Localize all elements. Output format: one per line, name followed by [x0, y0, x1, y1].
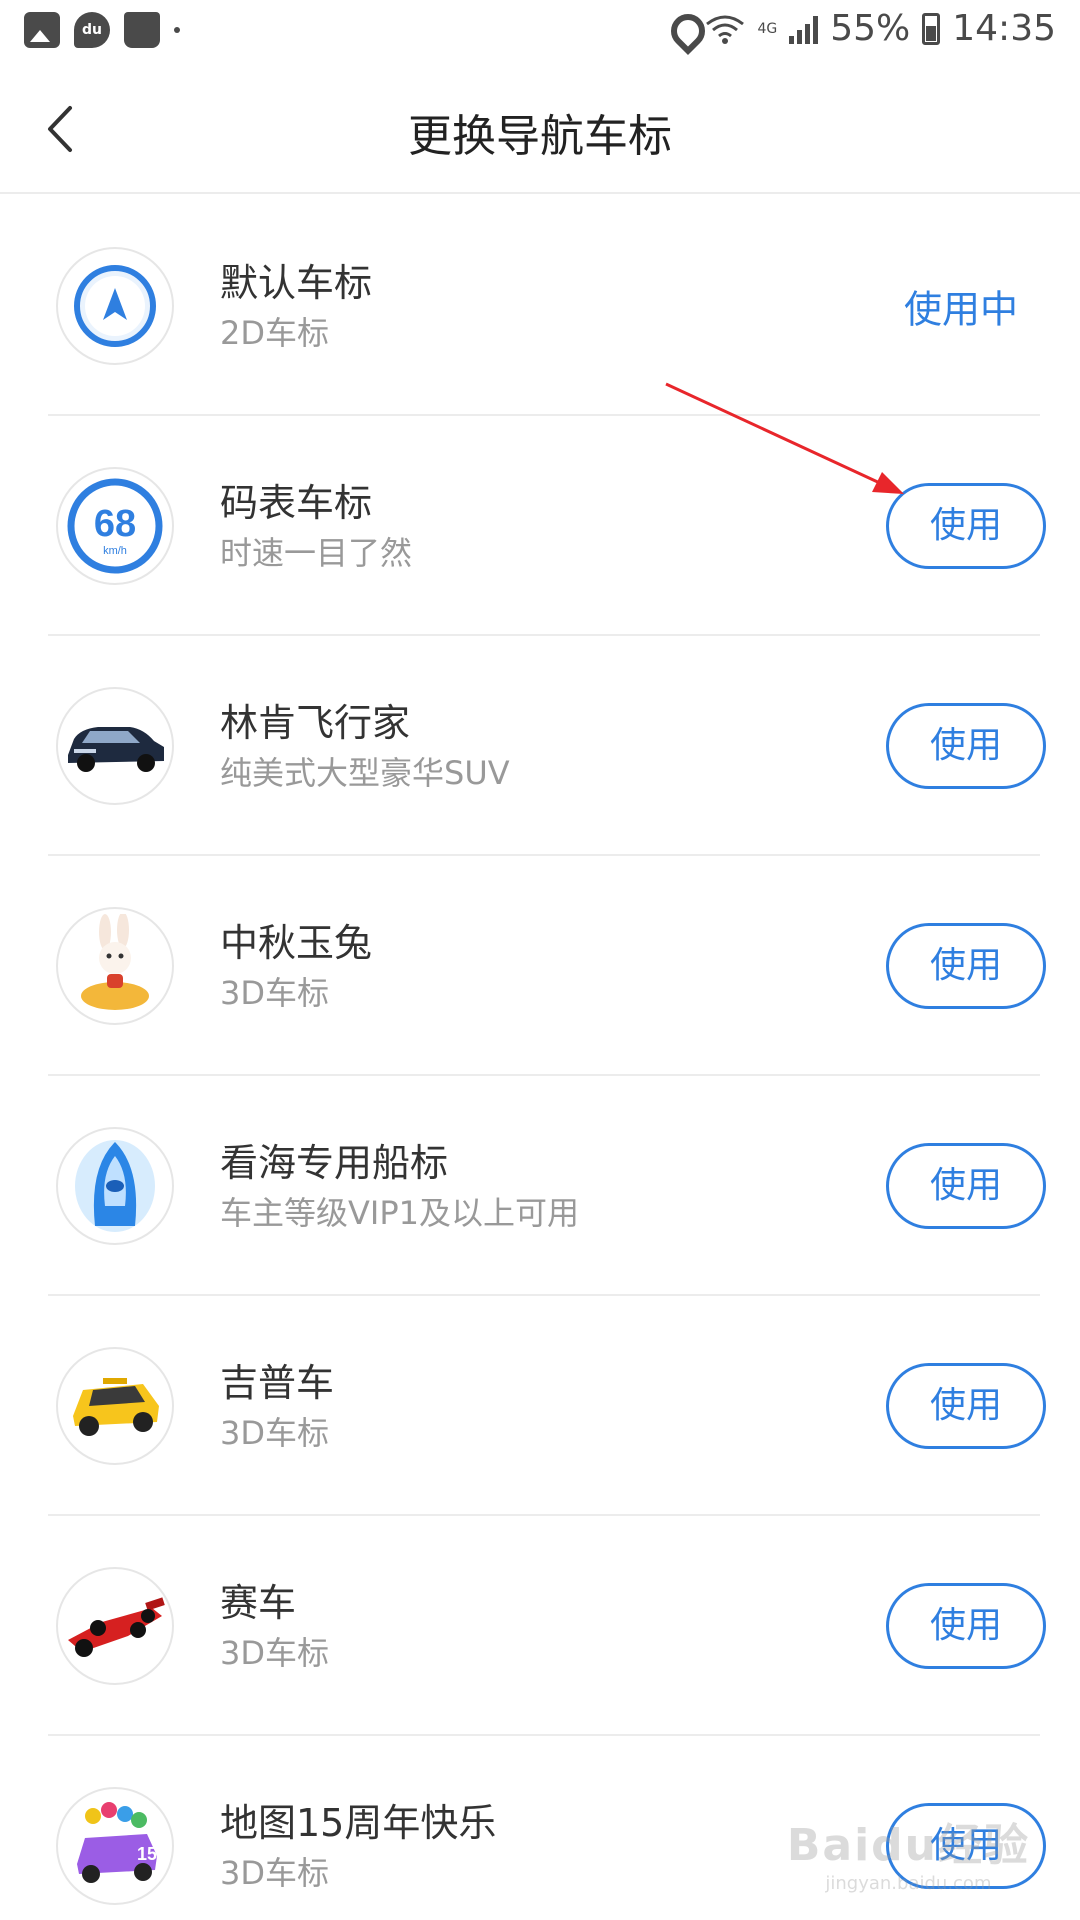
navigation-arrow-icon: [56, 247, 174, 365]
list-item-moon-rabbit: 中秋玉兔 3D车标 使用: [0, 856, 1080, 1076]
anniversary-badge: 15: [137, 1844, 157, 1864]
race-car-icon: [56, 1567, 174, 1685]
page-title: 更换导航车标: [408, 111, 672, 162]
watermark-url: jingyan.baidu.com: [825, 1873, 992, 1894]
item-title: 默认车标: [220, 261, 373, 305]
use-button[interactable]: 使用: [886, 1363, 1046, 1449]
gallery-notification-icon: [24, 12, 60, 48]
speed-unit: km/h: [103, 545, 127, 557]
item-subtitle: 3D车标: [220, 974, 330, 1012]
item-title: 中秋玉兔: [220, 921, 373, 965]
use-button[interactable]: 使用: [886, 1583, 1046, 1669]
speed-value: 68: [94, 503, 136, 545]
battery-percent: 55%: [830, 8, 911, 49]
use-button[interactable]: 使用: [886, 1143, 1046, 1229]
watermark: Baidu经验 jingyan.baidu.com: [787, 1809, 1030, 1894]
item-subtitle: 3D车标: [220, 1854, 330, 1892]
watermark-logo: Baidu经验: [786, 1820, 1030, 1871]
item-subtitle: 3D车标: [220, 1414, 330, 1452]
item-subtitle: 时速一目了然: [220, 534, 413, 572]
item-title: 林肯飞行家: [220, 701, 411, 745]
status-bar: du 4G 55% 14:35: [0, 0, 1080, 64]
rabbit-icon: [56, 907, 174, 1025]
location-icon: [671, 14, 693, 44]
clock: 14:35: [952, 8, 1056, 49]
item-subtitle: 2D车标: [220, 314, 330, 352]
use-button[interactable]: 使用: [886, 483, 1046, 569]
item-title: 地图15周年快乐: [220, 1801, 497, 1845]
use-button[interactable]: 使用: [886, 923, 1046, 1009]
list-item-lincoln: 林肯飞行家 纯美式大型豪华SUV 使用: [0, 636, 1080, 856]
item-title: 赛车: [220, 1581, 297, 1625]
use-button[interactable]: 使用: [886, 703, 1046, 789]
item-title: 码表车标: [220, 481, 373, 525]
item-title: 吉普车: [220, 1361, 335, 1405]
list-item-default: 默认车标 2D车标 使用中: [0, 196, 1080, 416]
cell-signal-icon: [789, 14, 819, 44]
battery-icon: [922, 12, 941, 45]
car-icon-list: 默认车标 2D车标 使用中 68 km/h 码表车标 时速一目了然 使用 林肯飞…: [0, 196, 1080, 1920]
shopping-bag-notification-icon: [124, 12, 160, 48]
item-subtitle: 纯美式大型豪华SUV: [220, 754, 510, 792]
app-header: 更换导航车标: [0, 64, 1080, 194]
list-item-race-car: 赛车 3D车标 使用: [0, 1516, 1080, 1736]
du-app-notification-icon: du: [74, 12, 110, 48]
item-subtitle: 车主等级VIP1及以上可用: [220, 1194, 579, 1232]
suv-car-icon: [56, 687, 174, 805]
jeep-icon: [56, 1347, 174, 1465]
anniversary-car-icon: 15: [56, 1787, 174, 1905]
item-subtitle: 3D车标: [220, 1634, 330, 1672]
speedometer-icon: 68 km/h: [56, 467, 174, 585]
network-type-label: 4G: [757, 20, 778, 37]
list-item-boat: 看海专用船标 车主等级VIP1及以上可用 使用: [0, 1076, 1080, 1296]
in-use-label: 使用中: [903, 287, 1018, 332]
item-title: 看海专用船标: [220, 1141, 449, 1185]
wifi-icon: [706, 15, 745, 44]
list-item-speedometer: 68 km/h 码表车标 时速一目了然 使用: [0, 416, 1080, 636]
more-notifications-dot-icon: [174, 27, 180, 33]
list-item-jeep: 吉普车 3D车标 使用: [0, 1296, 1080, 1516]
boat-icon: [56, 1127, 174, 1245]
